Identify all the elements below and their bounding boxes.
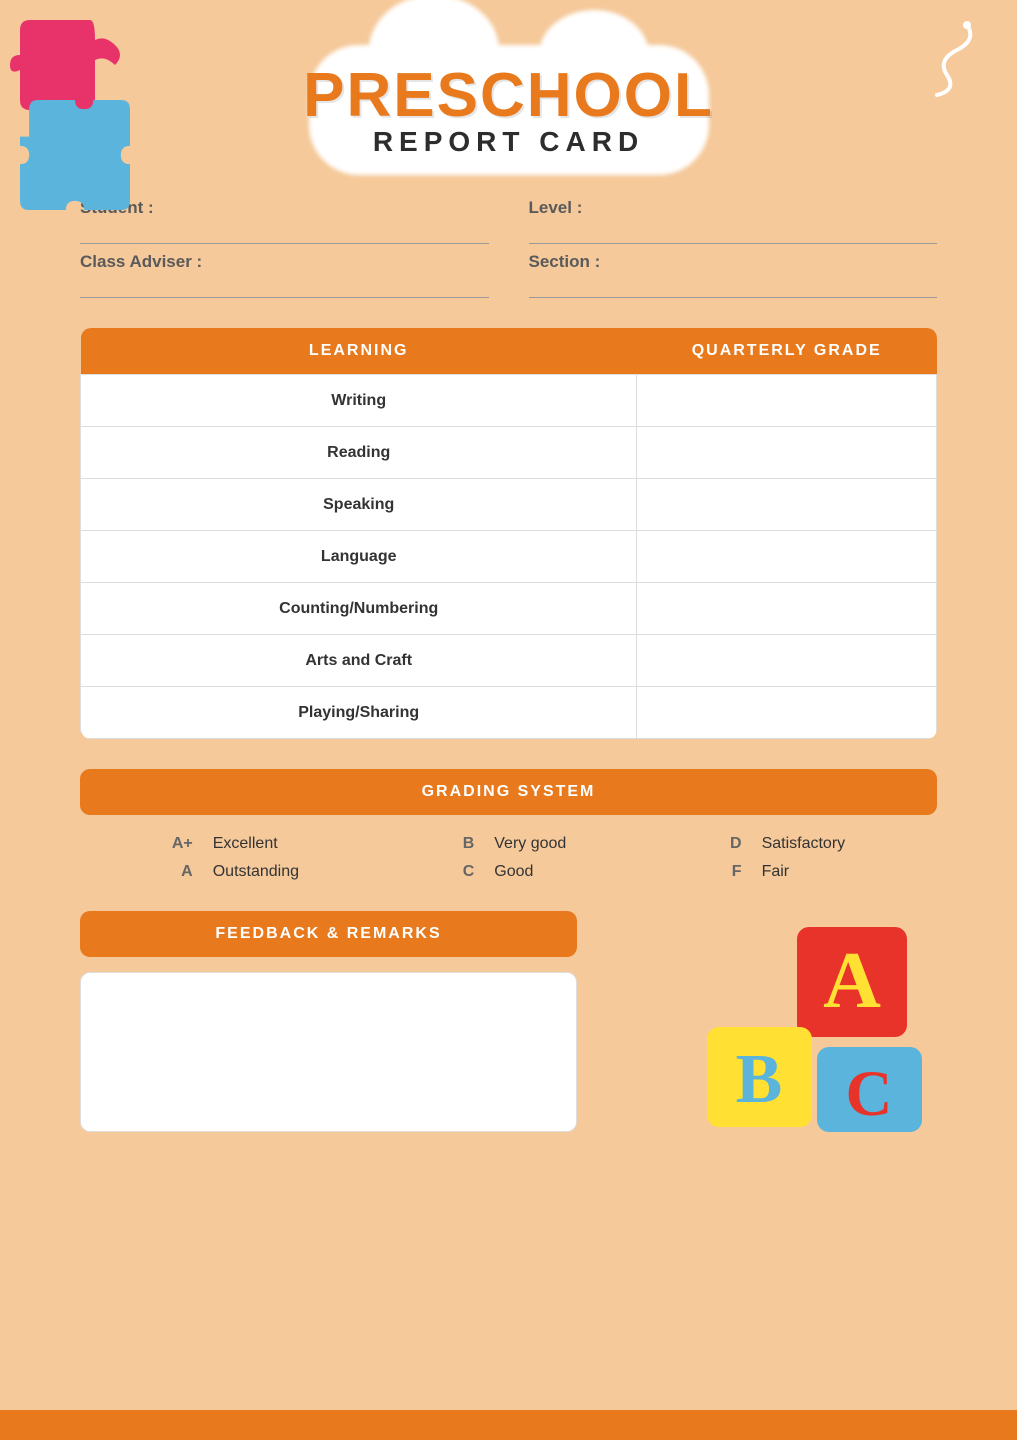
section-field-row: Section : bbox=[529, 252, 938, 298]
grade-description: Good bbox=[494, 863, 638, 881]
grade-description: Fair bbox=[762, 863, 917, 881]
abc-blocks-icon: A B C bbox=[697, 917, 937, 1137]
subject-cell: Language bbox=[81, 531, 637, 583]
adviser-label: Class Adviser : bbox=[80, 252, 489, 272]
table-row: Playing/Sharing bbox=[81, 687, 937, 739]
level-label: Level : bbox=[529, 198, 938, 218]
grading-system-header: GRADING SYSTEM bbox=[80, 769, 937, 815]
grade-letter: A bbox=[100, 863, 193, 881]
grade-letter: D bbox=[658, 835, 741, 853]
section-label: Section : bbox=[529, 252, 938, 272]
main-content: Student : Level : Class Adviser : Sectio… bbox=[80, 198, 937, 1137]
table-row: Reading bbox=[81, 427, 937, 479]
grade-letter: C bbox=[391, 863, 474, 881]
adviser-field-row: Class Adviser : bbox=[80, 252, 489, 298]
title-report: REPORT CARD bbox=[373, 126, 644, 158]
page: PRESCHOOL REPORT CARD Student : Level : … bbox=[0, 0, 1017, 1440]
grade-description: Outstanding bbox=[213, 863, 371, 881]
grading-grid: A+ Excellent B Very good D Satisfactory A Outst… bbox=[80, 835, 937, 881]
grade-cell[interactable] bbox=[637, 635, 937, 687]
level-input[interactable] bbox=[529, 220, 938, 244]
grade-cell[interactable] bbox=[637, 687, 937, 739]
grade-cell[interactable] bbox=[637, 583, 937, 635]
subject-cell: Playing/Sharing bbox=[81, 687, 637, 739]
subject-cell: Writing bbox=[81, 375, 637, 427]
grade-description: Very good bbox=[494, 835, 638, 853]
adviser-input[interactable] bbox=[80, 274, 489, 298]
grade-cell[interactable] bbox=[637, 427, 937, 479]
svg-text:B: B bbox=[736, 1041, 783, 1118]
feedback-area: FEEDBACK & REMARKS A B C bbox=[80, 911, 937, 1137]
feedback-header: FEEDBACK & REMARKS bbox=[80, 911, 577, 957]
grades-table: LEARNING QUARTERLY GRADE Writing Reading… bbox=[80, 328, 937, 739]
subject-cell: Speaking bbox=[81, 479, 637, 531]
grade-description: Excellent bbox=[213, 835, 371, 853]
header-area: PRESCHOOL REPORT CARD bbox=[0, 0, 1017, 158]
table-row: Language bbox=[81, 531, 937, 583]
table-row: Arts and Craft bbox=[81, 635, 937, 687]
grade-header: QUARTERLY GRADE bbox=[637, 328, 937, 375]
svg-text:C: C bbox=[846, 1058, 893, 1130]
table-row: Counting/Numbering bbox=[81, 583, 937, 635]
learning-header: LEARNING bbox=[81, 328, 637, 375]
bottom-bar bbox=[0, 1410, 1017, 1440]
table-row: Speaking bbox=[81, 479, 937, 531]
svg-text:A: A bbox=[823, 937, 881, 1025]
subject-cell: Counting/Numbering bbox=[81, 583, 637, 635]
feedback-textarea[interactable] bbox=[80, 972, 577, 1132]
grade-letter: F bbox=[658, 863, 741, 881]
grade-cell[interactable] bbox=[637, 479, 937, 531]
student-field-row: Student : bbox=[80, 198, 489, 244]
cloud-container: PRESCHOOL REPORT CARD bbox=[303, 60, 714, 158]
subject-cell: Reading bbox=[81, 427, 637, 479]
student-info-section: Student : Level : Class Adviser : Sectio… bbox=[80, 198, 937, 298]
student-input[interactable] bbox=[80, 220, 489, 244]
subject-cell: Arts and Craft bbox=[81, 635, 637, 687]
student-label: Student : bbox=[80, 198, 489, 218]
title-preschool: PRESCHOOL bbox=[303, 60, 714, 131]
grade-letter: A+ bbox=[100, 835, 193, 853]
grade-cell[interactable] bbox=[637, 375, 937, 427]
grade-letter: B bbox=[391, 835, 474, 853]
grade-cell[interactable] bbox=[637, 531, 937, 583]
section-input[interactable] bbox=[529, 274, 938, 298]
level-field-row: Level : bbox=[529, 198, 938, 244]
grade-description: Satisfactory bbox=[762, 835, 917, 853]
table-row: Writing bbox=[81, 375, 937, 427]
